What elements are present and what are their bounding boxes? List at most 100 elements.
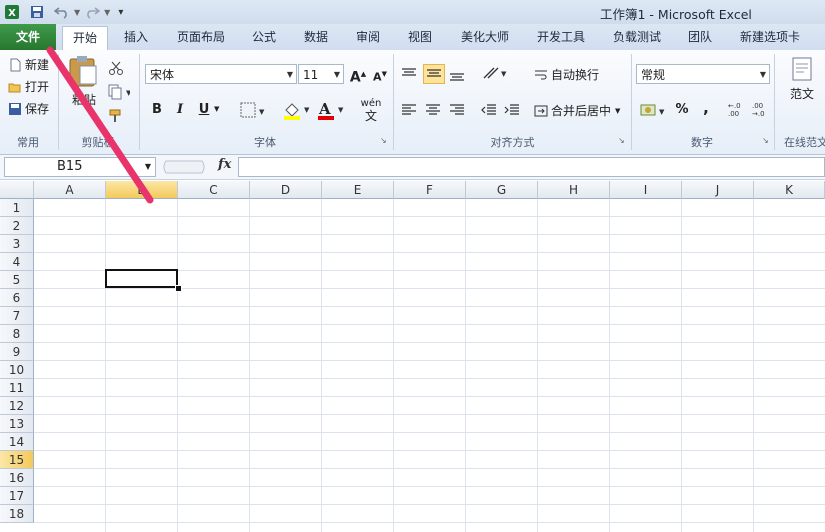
group-number-label: 数字 (691, 136, 713, 149)
wrap-text-button[interactable]: 自动换行 (534, 66, 599, 83)
save-icon[interactable] (30, 5, 44, 19)
column-header-g[interactable]: G (466, 181, 538, 199)
row-header-1[interactable]: 1 (0, 199, 34, 217)
tab-home[interactable]: 开始 (62, 26, 108, 50)
name-box[interactable]: B15 ▼ (4, 157, 156, 177)
column-header-i[interactable]: I (610, 181, 682, 199)
customize-icon[interactable]: ▾ (118, 7, 123, 18)
tab-new[interactable]: 新建选项卡 (728, 26, 812, 49)
cut-icon[interactable] (108, 60, 124, 76)
tab-file[interactable]: 文件 (0, 24, 56, 50)
borders-icon[interactable]: ▼ (240, 102, 266, 118)
merge-center-button[interactable]: 合并后居中 ▼ (534, 102, 620, 119)
align-center-icon[interactable] (424, 102, 442, 118)
phonetic-glyph: wén (360, 98, 382, 109)
excel-logo-icon[interactable]: X (4, 4, 20, 20)
shrink-font-button[interactable]: A▼ (370, 64, 390, 84)
phonetic-button[interactable]: wén 文 (358, 98, 384, 122)
fill-handle[interactable] (175, 285, 182, 292)
tab-beautify[interactable]: 美化大师 (450, 26, 520, 49)
dialog-launcher-icon[interactable]: ↘ (618, 136, 625, 145)
insert-function-icon[interactable]: fx (218, 157, 231, 172)
dialog-launcher-icon[interactable]: ↘ (380, 136, 387, 145)
font-size-combo[interactable]: 11 ▼ (298, 64, 344, 84)
font-color-icon[interactable]: A ▼ (316, 100, 346, 120)
copy-icon[interactable]: ▼ (108, 84, 130, 100)
active-cell-b15[interactable] (105, 269, 178, 288)
column-header-d[interactable]: D (250, 181, 322, 199)
row-header-2[interactable]: 2 (0, 217, 34, 235)
format-painter-icon[interactable] (108, 108, 124, 124)
row-header-8[interactable]: 8 (0, 325, 34, 343)
row-header-6[interactable]: 6 (0, 289, 34, 307)
column-header-b[interactable]: B (106, 181, 178, 199)
row-header-16[interactable]: 16 (0, 469, 34, 487)
align-bottom-icon[interactable] (448, 66, 466, 82)
comma-button[interactable]: , (696, 98, 716, 118)
tab-page-layout[interactable]: 页面布局 (168, 26, 234, 49)
column-header-k[interactable]: K (754, 181, 825, 199)
tab-insert[interactable]: 插入 (112, 26, 160, 49)
row-header-9[interactable]: 9 (0, 343, 34, 361)
column-header-j[interactable]: J (682, 181, 754, 199)
column-header-a[interactable]: A (34, 181, 106, 199)
fill-color-icon[interactable]: ▼ (282, 100, 312, 120)
row-header-18[interactable]: 18 (0, 505, 34, 523)
tab-developer[interactable]: 开发工具 (526, 26, 596, 49)
decrease-indent-icon[interactable] (480, 102, 498, 118)
column-header-c[interactable]: C (178, 181, 250, 199)
tab-load-test[interactable]: 负载测试 (602, 26, 672, 49)
number-format-combo[interactable]: 常规 ▼ (636, 64, 770, 84)
chevron-down-icon: ▼ (214, 105, 220, 113)
dialog-launcher-icon[interactable]: ↘ (762, 136, 769, 145)
align-middle-button[interactable] (423, 64, 445, 84)
column-header-f[interactable]: F (394, 181, 466, 199)
formula-input[interactable] (238, 157, 825, 177)
italic-button[interactable]: I (170, 100, 190, 120)
increase-indent-icon[interactable] (503, 102, 521, 118)
open-button[interactable]: 打开 (8, 78, 49, 95)
undo-icon[interactable] (54, 5, 70, 19)
group-divider (774, 54, 775, 150)
template-button[interactable]: 范文 (782, 56, 822, 116)
svg-text:.00: .00 (728, 110, 739, 118)
tab-team[interactable]: 团队 (678, 26, 722, 49)
row-header-10[interactable]: 10 (0, 361, 34, 379)
row-header-12[interactable]: 12 (0, 397, 34, 415)
redo-icon[interactable] (84, 5, 101, 19)
decrease-decimal-icon[interactable]: .00→.0 (750, 100, 772, 118)
column-header-h[interactable]: H (538, 181, 610, 199)
tab-review[interactable]: 审阅 (346, 26, 390, 49)
tab-data[interactable]: 数据 (294, 26, 338, 49)
row-header-15[interactable]: 15 (0, 451, 34, 469)
column-header-e[interactable]: E (322, 181, 394, 199)
svg-text:▼: ▼ (259, 108, 265, 116)
currency-icon[interactable]: ▼ (640, 102, 668, 118)
align-right-icon[interactable] (448, 102, 466, 118)
new-button[interactable]: 新建 (8, 56, 49, 73)
align-top-icon[interactable] (400, 66, 418, 82)
row-header-4[interactable]: 4 (0, 253, 34, 271)
tab-formulas[interactable]: 公式 (242, 26, 286, 49)
paste-button[interactable]: 粘贴 (66, 54, 102, 114)
cell-area[interactable] (34, 199, 825, 532)
row-header-5[interactable]: 5 (0, 271, 34, 289)
tab-view[interactable]: 视图 (398, 26, 442, 49)
orientation-icon[interactable]: ▼ (480, 64, 508, 82)
save-button[interactable]: 保存 (8, 100, 49, 117)
bold-button[interactable]: B (147, 100, 167, 120)
row-header-11[interactable]: 11 (0, 379, 34, 397)
svg-text:←.0: ←.0 (728, 102, 741, 110)
grow-font-button[interactable]: A▲ (348, 64, 368, 86)
row-header-3[interactable]: 3 (0, 235, 34, 253)
font-name-combo[interactable]: 宋体 ▼ (145, 64, 297, 84)
select-all-corner[interactable] (0, 181, 34, 199)
row-header-13[interactable]: 13 (0, 415, 34, 433)
row-header-17[interactable]: 17 (0, 487, 34, 505)
align-left-icon[interactable] (400, 102, 418, 118)
increase-decimal-icon[interactable]: ←.0.00 (726, 100, 748, 118)
underline-button[interactable]: U (194, 100, 214, 120)
row-header-14[interactable]: 14 (0, 433, 34, 451)
percent-button[interactable]: % (672, 100, 692, 120)
row-header-7[interactable]: 7 (0, 307, 34, 325)
